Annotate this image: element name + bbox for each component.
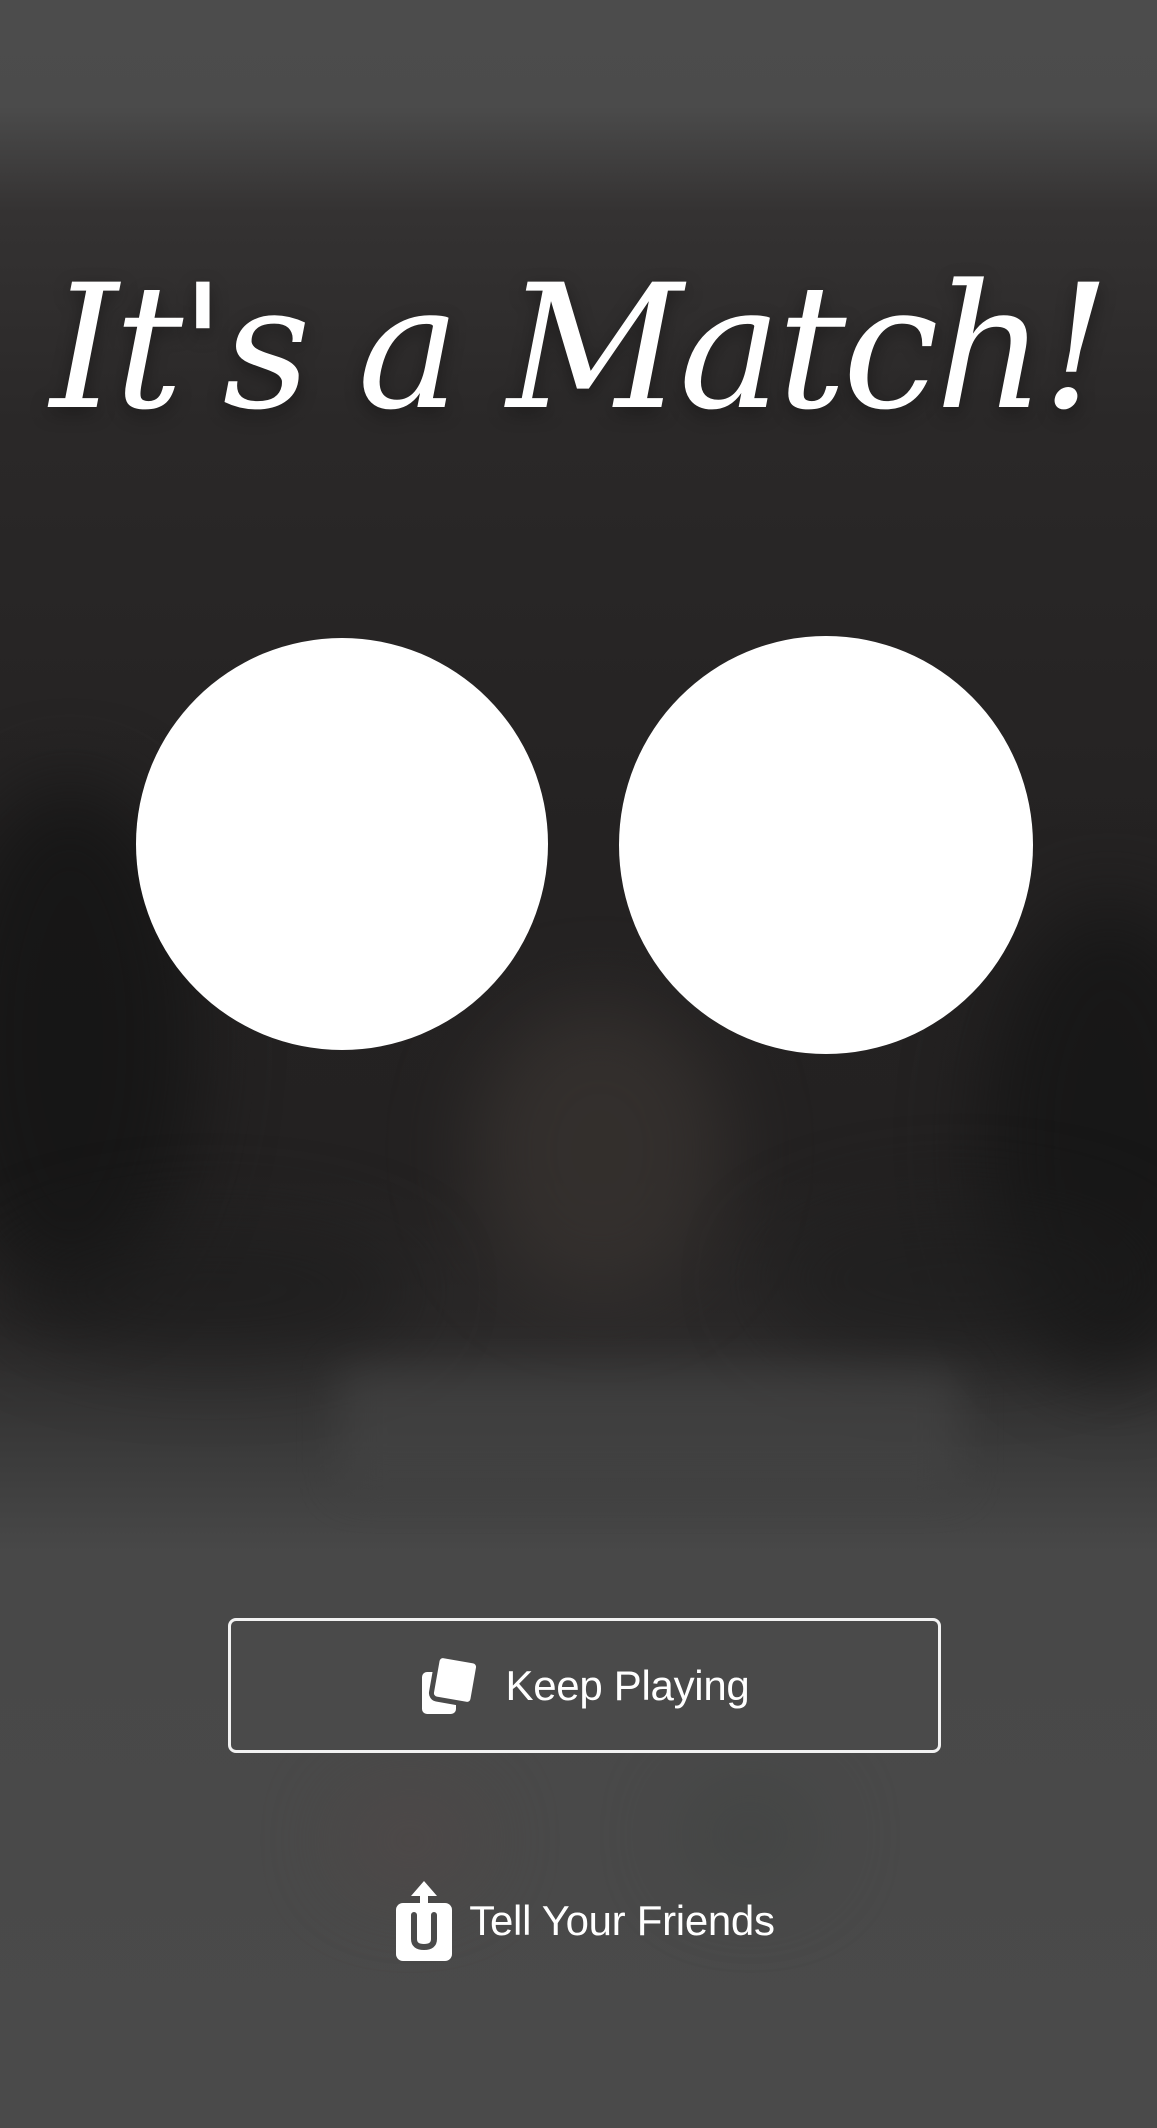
keep-playing-button[interactable]: Keep Playing — [228, 1618, 941, 1753]
tell-your-friends-button[interactable]: Tell Your Friends — [395, 1878, 775, 1964]
tell-your-friends-label: Tell Your Friends — [469, 1897, 775, 1944]
cards-icon — [421, 1655, 481, 1714]
share-icon — [396, 1881, 453, 1961]
my-avatar — [136, 638, 548, 1050]
match-avatar — [619, 636, 1033, 1054]
match-title: It's a Match! — [50, 247, 1111, 448]
keep-playing-label: Keep Playing — [505, 1661, 750, 1709]
